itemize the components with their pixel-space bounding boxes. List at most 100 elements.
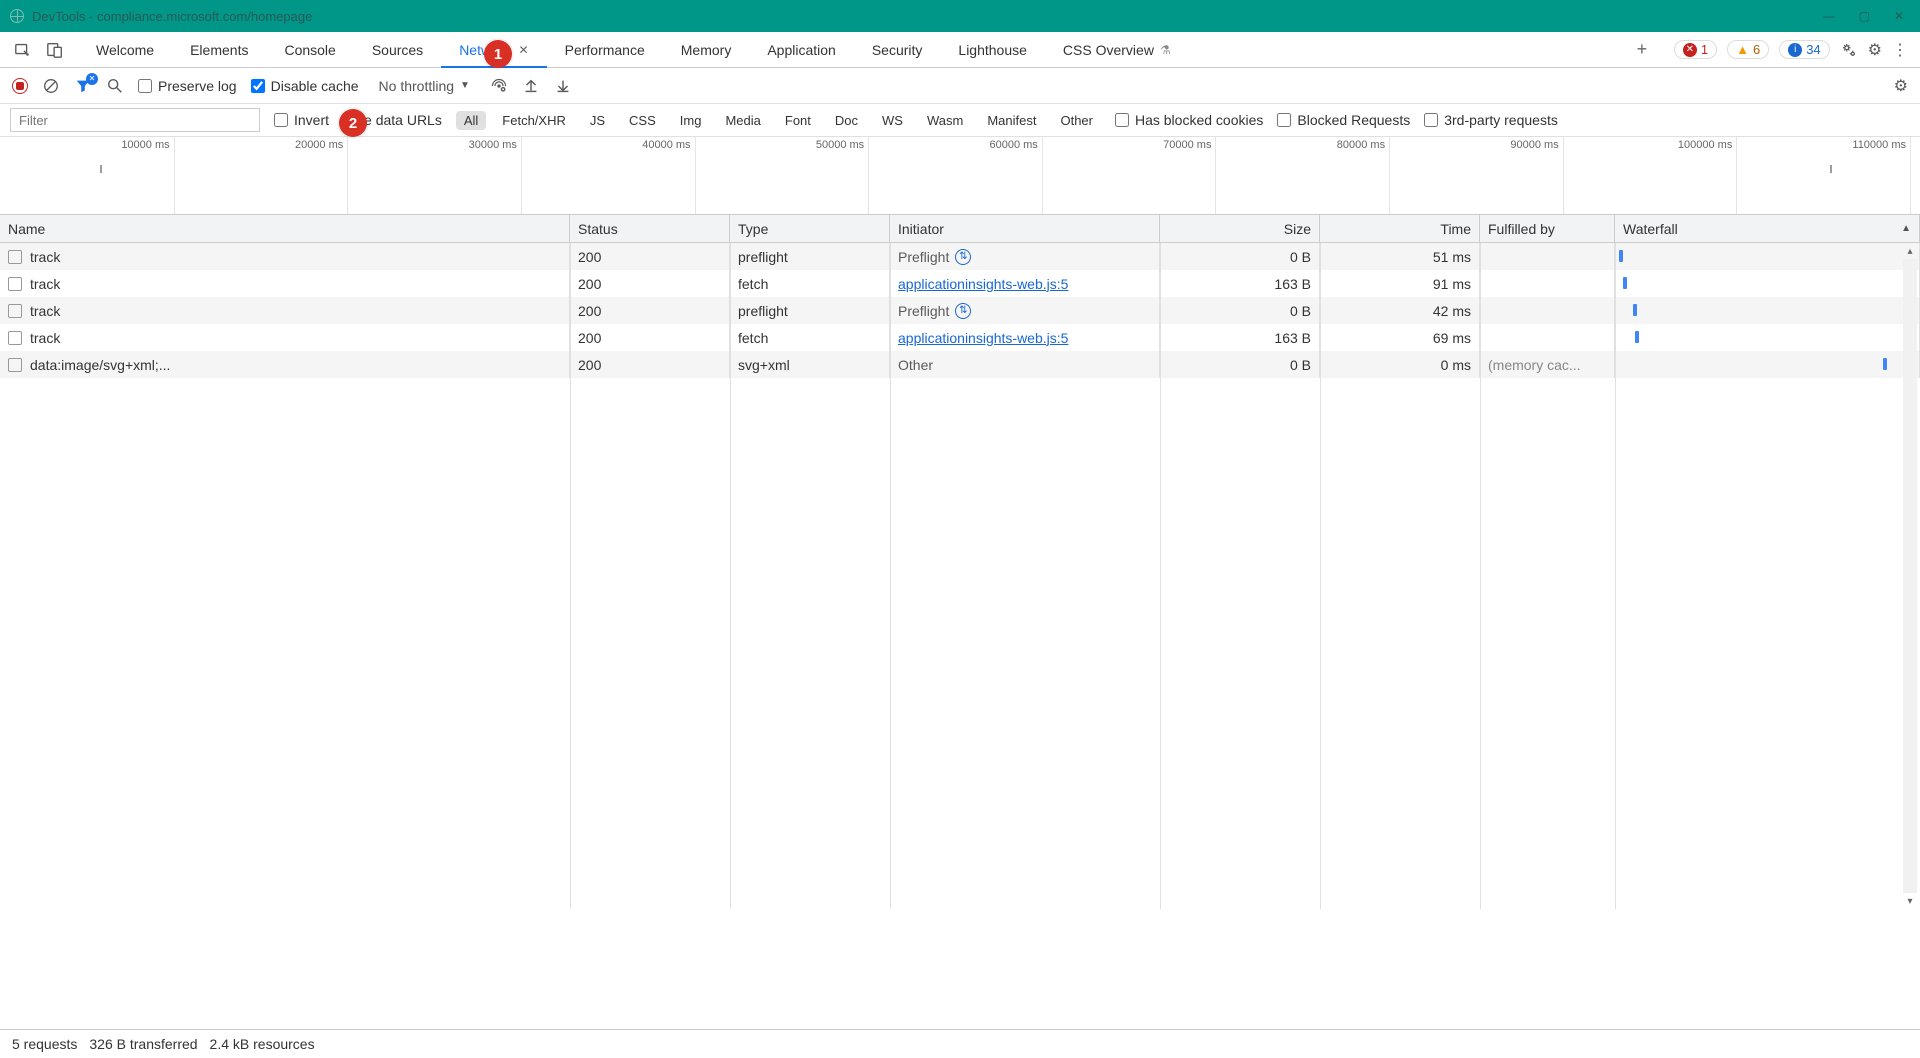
blocked-requests-checkbox[interactable]: Blocked Requests: [1277, 112, 1410, 128]
third-party-label: 3rd-party requests: [1444, 112, 1558, 128]
col-status[interactable]: Status: [570, 215, 730, 242]
network-conditions-icon[interactable]: [490, 77, 508, 95]
has-blocked-cookies-checkbox[interactable]: Has blocked cookies: [1115, 112, 1263, 128]
preserve-log-input[interactable]: [138, 79, 152, 93]
scroll-up-icon[interactable]: ▴: [1907, 243, 1912, 259]
type-filter-css[interactable]: CSS: [621, 111, 664, 130]
status-requests: 5 requests: [12, 1036, 77, 1052]
scroll-down-icon[interactable]: ▾: [1907, 893, 1912, 909]
file-icon: [8, 304, 22, 318]
timeline-tick-label: 40000 ms: [642, 139, 694, 151]
type-filter-ws[interactable]: WS: [874, 111, 911, 130]
vertical-scrollbar[interactable]: ▴ ▾: [1902, 243, 1918, 909]
settings-gear-icon[interactable]: ⚙: [1868, 40, 1882, 60]
timeline-tick-label: 50000 ms: [816, 139, 868, 151]
type-filter-fetchxhr[interactable]: Fetch/XHR: [494, 111, 574, 130]
table-row[interactable]: track200fetchapplicationinsights-web.js:…: [0, 324, 1920, 351]
warning-count: 6: [1753, 42, 1760, 57]
preserve-log-checkbox[interactable]: Preserve log: [138, 78, 237, 94]
throttling-dropdown[interactable]: No throttling ▼: [373, 76, 476, 96]
col-type[interactable]: Type: [730, 215, 890, 242]
type-filter-all[interactable]: All: [456, 111, 486, 130]
col-fulfilled[interactable]: Fulfilled by: [1480, 215, 1615, 242]
add-tab-button[interactable]: +: [1622, 32, 1662, 67]
minimize-button[interactable]: —: [1823, 9, 1835, 23]
status-code: 200: [578, 357, 601, 373]
table-row[interactable]: data:image/svg+xml;...200svg+xmlOther0 B…: [0, 351, 1920, 378]
timeline-tick: [1910, 137, 1911, 214]
third-party-checkbox[interactable]: 3rd-party requests: [1424, 112, 1558, 128]
info-counter[interactable]: i34: [1779, 40, 1829, 59]
col-size[interactable]: Size: [1160, 215, 1320, 242]
inspect-icon[interactable]: [14, 41, 32, 59]
initiator-text: Preflight: [898, 249, 949, 265]
close-icon[interactable]: ✕: [519, 43, 529, 57]
timeline-tick-label: 90000 ms: [1510, 139, 1562, 151]
timeline-tick-label: 30000 ms: [469, 139, 521, 151]
more-menu-icon[interactable]: ⋮: [1892, 40, 1908, 60]
tab-label: Performance: [565, 42, 645, 58]
tab-memory[interactable]: Memory: [663, 32, 750, 67]
annotation-callout-2: 2: [339, 109, 367, 137]
overview-timeline[interactable]: 10000 ms20000 ms30000 ms40000 ms50000 ms…: [0, 137, 1920, 215]
request-grid: Name Status Type Initiator Size Time Ful…: [0, 215, 1920, 909]
preflight-info-icon[interactable]: ⇅: [955, 249, 971, 265]
import-har-icon[interactable]: [522, 77, 540, 95]
initiator-link[interactable]: applicationinsights-web.js:5: [898, 276, 1068, 292]
col-initiator[interactable]: Initiator: [890, 215, 1160, 242]
tab-security[interactable]: Security: [854, 32, 941, 67]
table-row[interactable]: track200preflightPreflight⇅0 B42 ms: [0, 297, 1920, 324]
timeline-tick: [174, 137, 175, 214]
table-row[interactable]: track200fetchapplicationinsights-web.js:…: [0, 270, 1920, 297]
warning-counter[interactable]: ▲6: [1727, 40, 1769, 59]
status-transferred: 326 B transferred: [89, 1036, 197, 1052]
device-toggle-icon[interactable]: [46, 41, 64, 59]
file-icon: [8, 250, 22, 264]
filter-toggle-icon[interactable]: ✕: [74, 77, 92, 95]
request-name: track: [30, 249, 60, 265]
tab-welcome[interactable]: Welcome: [78, 32, 172, 67]
disable-cache-checkbox[interactable]: Disable cache: [251, 78, 359, 94]
type-filter-wasm[interactable]: Wasm: [919, 111, 971, 130]
tab-application[interactable]: Application: [749, 32, 854, 67]
type-filter-font[interactable]: Font: [777, 111, 819, 130]
close-window-button[interactable]: ✕: [1894, 9, 1904, 23]
tab-sources[interactable]: Sources: [354, 32, 441, 67]
request-size: 163 B: [1274, 330, 1311, 346]
status-code: 200: [578, 249, 601, 265]
search-icon[interactable]: [106, 77, 124, 95]
filter-input[interactable]: [10, 108, 260, 132]
type-filter-other[interactable]: Other: [1052, 111, 1101, 130]
request-type: preflight: [738, 303, 788, 319]
timeline-tick-label: 70000 ms: [1163, 139, 1215, 151]
clear-icon[interactable]: [42, 77, 60, 95]
col-name[interactable]: Name: [0, 215, 570, 242]
type-filter-img[interactable]: Img: [672, 111, 710, 130]
export-har-icon[interactable]: [554, 77, 572, 95]
preflight-info-icon[interactable]: ⇅: [955, 303, 971, 319]
tab-css-overview[interactable]: CSS Overview⚗: [1045, 32, 1189, 67]
request-type: fetch: [738, 276, 768, 292]
record-button[interactable]: [12, 78, 28, 94]
tab-elements[interactable]: Elements: [172, 32, 266, 67]
disable-cache-input[interactable]: [251, 79, 265, 93]
maximize-button[interactable]: ▢: [1859, 9, 1870, 23]
request-name: track: [30, 303, 60, 319]
settings-link-icon[interactable]: [1840, 41, 1858, 59]
timeline-tick: [1215, 137, 1216, 214]
table-row[interactable]: track200preflightPreflight⇅0 B51 ms: [0, 243, 1920, 270]
tab-lighthouse[interactable]: Lighthouse: [940, 32, 1045, 67]
type-filter-js[interactable]: JS: [582, 111, 613, 130]
col-time[interactable]: Time: [1320, 215, 1480, 242]
initiator-link[interactable]: applicationinsights-web.js:5: [898, 330, 1068, 346]
type-filter-doc[interactable]: Doc: [827, 111, 866, 130]
tab-console[interactable]: Console: [266, 32, 353, 67]
type-filter-manifest[interactable]: Manifest: [979, 111, 1044, 130]
network-settings-icon[interactable]: ⚙: [1894, 76, 1908, 96]
type-filter-media[interactable]: Media: [717, 111, 768, 130]
has-blocked-label: Has blocked cookies: [1135, 112, 1263, 128]
error-counter[interactable]: ✕1: [1674, 40, 1717, 59]
invert-checkbox[interactable]: Invert: [274, 112, 329, 128]
tab-performance[interactable]: Performance: [547, 32, 663, 67]
col-waterfall[interactable]: Waterfall▲: [1615, 215, 1920, 242]
